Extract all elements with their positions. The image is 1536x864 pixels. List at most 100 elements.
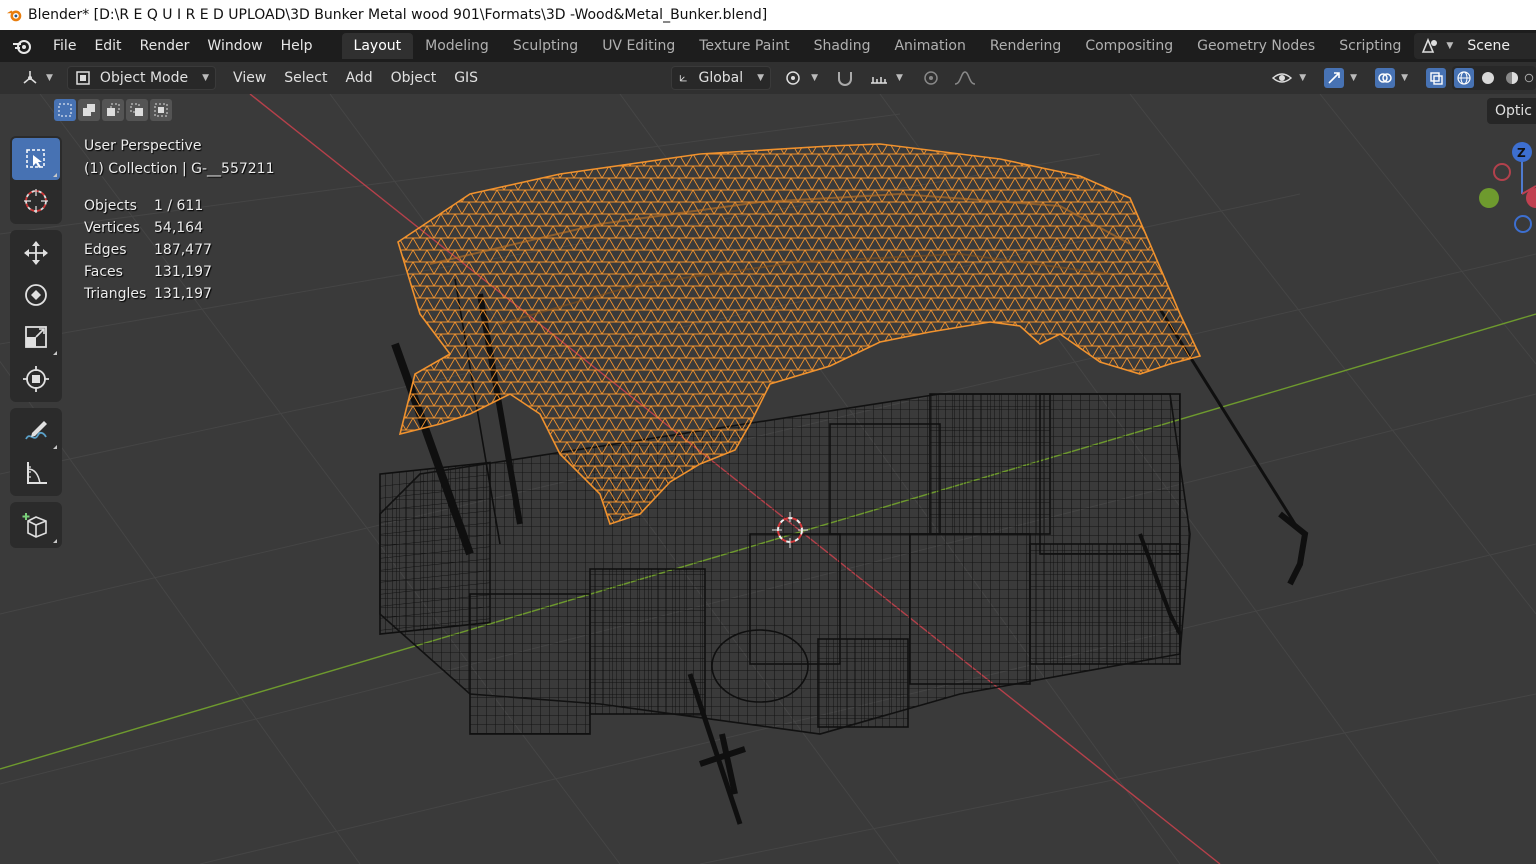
- select-extend-icon: [83, 104, 95, 116]
- menu-render[interactable]: Render: [131, 30, 199, 62]
- gizmo-icon: [1324, 68, 1345, 88]
- chevron-down-icon: ▼: [757, 73, 765, 83]
- menu-view[interactable]: View: [224, 70, 275, 86]
- stat-value: 54,164: [154, 220, 203, 236]
- overlays-toggle[interactable]: ▼: [1369, 66, 1414, 90]
- chevron-down-icon: ▼: [896, 73, 903, 83]
- workspace-tabs: Layout Modeling Sculpting UV Editing Tex…: [341, 30, 1445, 62]
- window-title: Blender* [D:\R E Q U I R E D UPLOAD\3D B…: [28, 7, 768, 23]
- stat-key: Edges: [84, 242, 127, 258]
- select-invert-button[interactable]: [126, 99, 148, 121]
- scene-selector[interactable]: ▼ Scene: [1414, 33, 1536, 59]
- stat-value: 1 / 611: [154, 198, 204, 214]
- collection-label: (1) Collection | G-__557211: [84, 161, 275, 177]
- perspective-label: User Perspective: [84, 138, 202, 154]
- overlays-icon: [1375, 68, 1396, 88]
- stat-row: Triangles 131,197: [84, 286, 275, 308]
- mode-selector[interactable]: Object Mode ▼: [66, 66, 217, 90]
- stat-row: Edges 187,477: [84, 242, 275, 264]
- visibility-button[interactable]: ▼: [1265, 66, 1312, 90]
- transform-orientation-selector[interactable]: Global ▼: [671, 66, 772, 90]
- tool-shelf: [10, 136, 62, 554]
- scene-icon: [1422, 37, 1438, 53]
- select-invert-icon: [130, 103, 143, 116]
- menu-object[interactable]: Object: [382, 70, 446, 86]
- window-titlebar: Blender* [D:\R E Q U I R E D UPLOAD\3D B…: [0, 0, 1536, 30]
- select-intersect-button[interactable]: [150, 99, 172, 121]
- menu-add[interactable]: Add: [336, 70, 381, 86]
- shading-modes: [1452, 66, 1536, 90]
- tab-sculpting[interactable]: Sculpting: [501, 33, 590, 59]
- proportional-edit-icon: [924, 71, 938, 85]
- tab-rendering[interactable]: Rendering: [978, 33, 1074, 59]
- object-mode-icon: [76, 71, 90, 85]
- tool-transform[interactable]: [12, 358, 60, 400]
- wireframe-shading-icon[interactable]: [1454, 68, 1474, 88]
- tab-scripting[interactable]: Scripting: [1327, 33, 1413, 59]
- tab-uv-editing[interactable]: UV Editing: [590, 33, 687, 59]
- tab-geometry-nodes[interactable]: Geometry Nodes: [1185, 33, 1327, 59]
- tool-scale[interactable]: [12, 316, 60, 358]
- scale-icon: [25, 326, 47, 348]
- measure-icon: [27, 462, 47, 484]
- tool-group-annotate: [10, 408, 62, 496]
- select-new-button[interactable]: [54, 99, 76, 121]
- menu-edit[interactable]: Edit: [85, 30, 130, 62]
- menu-window[interactable]: Window: [198, 30, 271, 62]
- rendered-shading-icon[interactable]: [1524, 68, 1534, 88]
- tool-group-transform: [10, 230, 62, 402]
- editor-type-button[interactable]: ▼: [14, 66, 59, 90]
- pivot-icon: [786, 71, 800, 85]
- tool-annotate[interactable]: [12, 410, 60, 452]
- scene-statistics: Objects 1 / 611 Vertices 54,164 Edges 187,4…: [84, 198, 275, 308]
- stat-key: Faces: [84, 264, 123, 280]
- tab-animation[interactable]: Animation: [882, 33, 977, 59]
- select-box-icon: [26, 149, 45, 168]
- 3d-viewport[interactable]: Z User Perspective (1) Collection | G-__…: [0, 94, 1536, 864]
- tab-layout[interactable]: Layout: [341, 33, 414, 59]
- cursor-icon: [24, 189, 48, 213]
- top-bar: File Edit Render Window Help Layout Mode…: [0, 30, 1536, 62]
- viewport-info-overlay: User Perspective (1) Collection | G-__55…: [84, 138, 275, 308]
- options-button[interactable]: Optic: [1487, 98, 1536, 124]
- scene-name: Scene: [1467, 38, 1510, 54]
- eye-icon: [1272, 73, 1293, 83]
- tool-move[interactable]: [12, 232, 60, 274]
- tab-shading[interactable]: Shading: [802, 33, 883, 59]
- xray-toggle[interactable]: [1420, 66, 1452, 90]
- stat-value: 131,197: [154, 286, 212, 302]
- menu-help[interactable]: Help: [272, 30, 322, 62]
- select-subtract-button[interactable]: [102, 99, 124, 121]
- chevron-down-icon: ▼: [202, 73, 210, 83]
- tool-add-cube[interactable]: [12, 504, 60, 546]
- tool-measure[interactable]: [12, 452, 60, 494]
- menu-gis[interactable]: GIS: [445, 70, 487, 86]
- viewport-header-right: ▼ ▼ ▼: [1265, 66, 1536, 90]
- chevron-down-icon: ▼: [1401, 73, 1408, 83]
- stat-row: Faces 131,197: [84, 264, 275, 286]
- chevron-down-icon: ▼: [46, 73, 53, 83]
- falloff-button[interactable]: [947, 66, 989, 90]
- select-subtract-icon: [107, 103, 120, 116]
- proportional-edit-toggle[interactable]: [915, 66, 947, 90]
- solid-shading-icon[interactable]: [1478, 68, 1498, 88]
- blender-menu-button[interactable]: [0, 37, 44, 55]
- menu-select[interactable]: Select: [275, 70, 336, 86]
- menu-file[interactable]: File: [44, 30, 85, 62]
- select-extend-button[interactable]: [78, 99, 100, 121]
- tab-compositing[interactable]: Compositing: [1073, 33, 1185, 59]
- snap-toggle[interactable]: [828, 66, 862, 90]
- pivot-point-button[interactable]: ▼: [777, 66, 824, 90]
- tool-cursor[interactable]: [12, 180, 60, 222]
- stat-key: Objects: [84, 198, 137, 214]
- falloff-curve-icon: [954, 71, 976, 85]
- gizmo-z-label: Z: [1517, 146, 1526, 160]
- tool-select-box[interactable]: [12, 138, 60, 180]
- tab-modeling[interactable]: Modeling: [413, 33, 501, 59]
- tool-rotate[interactable]: [12, 274, 60, 316]
- material-shading-icon[interactable]: [1502, 68, 1522, 88]
- stat-key: Vertices: [84, 220, 140, 236]
- gizmo-toggle[interactable]: ▼: [1318, 66, 1363, 90]
- tab-texture-paint[interactable]: Texture Paint: [687, 33, 801, 59]
- snap-target-button[interactable]: ▼: [862, 66, 909, 90]
